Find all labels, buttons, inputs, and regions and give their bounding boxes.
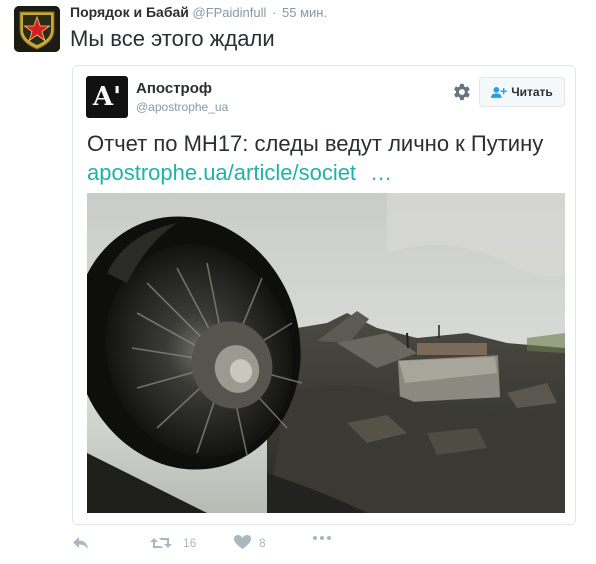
author-handle[interactable]: @FPaidinfull [193,5,267,20]
more-dots-icon [313,536,331,540]
apostrophe-logo-icon: A' [92,82,122,112]
like-count: 8 [259,535,266,550]
tweet-text: Мы все этого ждали [70,26,275,51]
gear-icon[interactable] [450,81,472,103]
tweet-header: Порядок и Бабай @FPaidinfull · 55 мин. [70,4,327,20]
follow-label: Читать [511,85,553,99]
add-user-icon [491,86,508,98]
red-star-emblem-icon [14,6,60,52]
quote-photo[interactable] [87,193,565,513]
author-name[interactable]: Порядок и Бабай [70,4,189,20]
quote-text: Отчет по МН17: следы ведут лично к Путин… [87,131,544,156]
quoted-tweet-card[interactable]: A' Апостроф @apostrophe_ua Читать Отчет … [72,65,576,525]
quote-author-handle[interactable]: @apostrophe_ua [136,100,228,114]
retweet-count: 16 [183,536,197,550]
link-ellipsis[interactable]: … [370,160,392,185]
quote-author-name[interactable]: Апостроф [136,80,212,97]
like-button[interactable]: 8 [234,535,266,550]
heart-icon [234,535,251,549]
retweet-button[interactable]: 16 [150,535,196,551]
reply-icon [73,537,88,549]
crash-debris-photo [87,193,565,513]
follow-button[interactable]: Читать [479,77,565,107]
separator: · [272,5,277,20]
tweet-actions: 16 8 [72,535,372,557]
reply-button[interactable] [72,535,90,551]
quote-link[interactable]: apostrophe.ua/article/societ … [87,159,392,187]
more-button[interactable] [312,535,332,541]
tweet: Порядок и Бабай @FPaidinfull · 55 мин. М… [0,0,596,564]
author-avatar[interactable] [14,6,60,52]
quote-avatar[interactable]: A' [86,76,128,118]
timestamp[interactable]: 55 мин. [282,5,327,20]
link-url[interactable]: apostrophe.ua/article/societ [87,160,356,185]
retweet-icon [150,538,172,548]
